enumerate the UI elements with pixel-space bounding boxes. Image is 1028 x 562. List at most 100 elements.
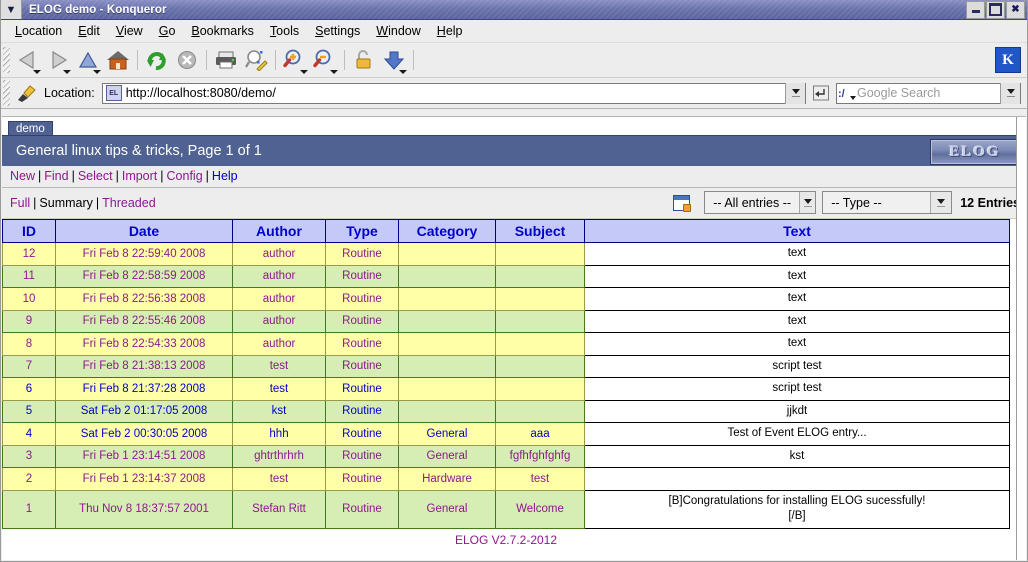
back-button[interactable] <box>13 46 43 74</box>
table-row[interactable]: 1 Thu Nov 8 18:37:57 2001 Stefan Ritt Routi… <box>2 489 1010 529</box>
cell-id[interactable]: 9 <box>2 309 56 334</box>
cell-date[interactable]: Fri Feb 8 21:37:28 2008 <box>55 377 233 401</box>
cell-type[interactable]: Routine <box>325 489 399 529</box>
menu-bookmarks[interactable]: Bookmarks <box>183 22 262 40</box>
zoom-out-button[interactable] <box>310 46 340 74</box>
table-row[interactable]: 6 Fri Feb 8 21:37:28 2008 test Routine scri… <box>2 377 1010 401</box>
cell-subject[interactable] <box>495 354 585 379</box>
cell-subject-link[interactable]: fgfhfghfghfg <box>510 450 571 462</box>
cell-author[interactable]: test <box>232 377 326 401</box>
cell-type-link[interactable]: Routine <box>342 503 382 515</box>
cell-date[interactable]: Fri Feb 1 23:14:37 2008 <box>55 467 233 491</box>
cell-subject[interactable]: test <box>495 467 585 491</box>
cell-date[interactable]: Sat Feb 2 01:17:05 2008 <box>55 399 233 424</box>
cell-id[interactable]: 6 <box>2 377 56 401</box>
nav-find[interactable]: Find <box>44 169 68 183</box>
cell-type[interactable]: Routine <box>325 399 399 424</box>
cell-subject[interactable] <box>495 399 585 424</box>
cell-id[interactable]: 10 <box>2 287 56 311</box>
cell-subject-link[interactable]: test <box>531 473 550 485</box>
cell-id[interactable]: 12 <box>2 242 56 266</box>
cell-id[interactable]: 2 <box>2 467 56 491</box>
cell-category[interactable] <box>398 242 496 266</box>
cell-id-link[interactable]: 6 <box>26 383 32 395</box>
table-row[interactable]: 7 Fri Feb 8 21:38:13 2008 test Routine scri… <box>2 354 1010 379</box>
cell-category[interactable] <box>398 354 496 379</box>
cell-category-link[interactable]: Hardware <box>422 473 472 485</box>
stop-button[interactable] <box>172 46 202 74</box>
cell-category[interactable]: Hardware <box>398 467 496 491</box>
cell-author[interactable]: ghtrthrhrh <box>232 444 326 469</box>
menu-window[interactable]: Window <box>368 22 428 40</box>
up-button[interactable] <box>73 46 103 74</box>
table-row[interactable]: 5 Sat Feb 2 01:17:05 2008 kst Routine jjkdt <box>2 399 1010 424</box>
cell-id-link[interactable]: 2 <box>26 473 32 485</box>
cell-type[interactable]: Routine <box>325 242 399 266</box>
downloads-button[interactable] <box>379 46 409 74</box>
cell-id[interactable]: 4 <box>2 422 56 446</box>
cell-type-link[interactable]: Routine <box>342 383 382 395</box>
cell-date-link[interactable]: Thu Nov 8 18:37:57 2001 <box>79 503 209 515</box>
cell-type[interactable]: Routine <box>325 354 399 379</box>
cell-category[interactable]: General <box>398 444 496 469</box>
cell-id[interactable]: 8 <box>2 332 56 356</box>
cell-date-link[interactable]: Sat Feb 2 01:17:05 2008 <box>81 405 208 417</box>
url-input[interactable]: EL http://localhost:8080/demo/ <box>101 82 806 104</box>
cell-subject[interactable] <box>495 242 585 266</box>
new-entry-icon[interactable] <box>673 194 692 212</box>
maximize-button[interactable] <box>986 0 1005 19</box>
cell-subject[interactable]: aaa <box>495 422 585 446</box>
cell-type-link[interactable]: Routine <box>342 428 382 440</box>
cell-category[interactable]: General <box>398 422 496 446</box>
menu-go[interactable]: Go <box>151 22 184 40</box>
table-row[interactable]: 10 Fri Feb 8 22:56:38 2008 author Routine t… <box>2 287 1010 311</box>
cell-author-link[interactable]: kst <box>272 405 287 417</box>
cell-type[interactable]: Routine <box>325 287 399 311</box>
close-button[interactable]: ✖ <box>1006 0 1025 19</box>
cell-id[interactable]: 7 <box>2 354 56 379</box>
cell-date-link[interactable]: Fri Feb 8 21:38:13 2008 <box>83 360 206 372</box>
cell-type[interactable]: Routine <box>325 467 399 491</box>
type-select[interactable]: -- Type -- <box>822 191 953 214</box>
search-dropdown-arrow[interactable] <box>1000 82 1020 104</box>
minimize-button[interactable] <box>966 0 985 19</box>
cell-type[interactable]: Routine <box>325 422 399 446</box>
nav-help[interactable]: Help <box>212 169 238 183</box>
security-button[interactable] <box>349 46 379 74</box>
cell-category[interactable] <box>398 377 496 401</box>
toolbar-grip[interactable] <box>3 47 10 73</box>
cell-date-link[interactable]: Fri Feb 8 22:56:38 2008 <box>83 293 206 305</box>
column-header-id[interactable]: ID <box>2 219 56 243</box>
table-row[interactable]: 3 Fri Feb 1 23:14:51 2008 ghtrthrhrh Routin… <box>2 444 1010 469</box>
cell-id-link[interactable]: 7 <box>26 360 32 372</box>
cell-type-link[interactable]: Routine <box>342 270 382 282</box>
cell-type[interactable]: Routine <box>325 332 399 356</box>
cell-id-link[interactable]: 1 <box>26 503 32 515</box>
cell-author[interactable]: author <box>232 242 326 266</box>
column-header-text[interactable]: Text <box>584 219 1010 243</box>
table-row[interactable]: 8 Fri Feb 8 22:54:33 2008 author Routine te… <box>2 332 1010 356</box>
cell-id-link[interactable]: 5 <box>26 405 32 417</box>
cell-author-link[interactable]: Stefan Ritt <box>252 503 306 515</box>
window-menu-icon[interactable]: ▼ <box>1 0 22 19</box>
cell-date-link[interactable]: Fri Feb 8 22:58:59 2008 <box>83 270 206 282</box>
cell-type[interactable]: Routine <box>325 444 399 469</box>
cell-author[interactable]: kst <box>232 399 326 424</box>
cell-id-link[interactable]: 9 <box>26 315 32 327</box>
menu-help[interactable]: Help <box>429 22 471 40</box>
table-row[interactable]: 12 Fri Feb 8 22:59:40 2008 author Routine t… <box>2 242 1010 266</box>
cell-subject[interactable]: Welcome <box>495 489 585 529</box>
table-row[interactable]: 9 Fri Feb 8 22:55:46 2008 author Routine te… <box>2 309 1010 334</box>
cell-author-link[interactable]: author <box>263 338 296 350</box>
cell-date[interactable]: Fri Feb 1 23:14:51 2008 <box>55 444 233 469</box>
cell-category[interactable] <box>398 332 496 356</box>
cell-author[interactable]: Stefan Ritt <box>232 489 326 529</box>
clear-location-icon[interactable] <box>15 83 39 103</box>
cell-date[interactable]: Fri Feb 8 22:56:38 2008 <box>55 287 233 311</box>
column-header-type[interactable]: Type <box>325 219 399 243</box>
column-header-author[interactable]: Author <box>232 219 326 243</box>
cell-date[interactable]: Sat Feb 2 00:30:05 2008 <box>55 422 233 446</box>
cell-id-link[interactable]: 10 <box>23 293 36 305</box>
cell-date-link[interactable]: Fri Feb 8 22:59:40 2008 <box>83 248 206 260</box>
go-button[interactable] <box>810 82 832 104</box>
